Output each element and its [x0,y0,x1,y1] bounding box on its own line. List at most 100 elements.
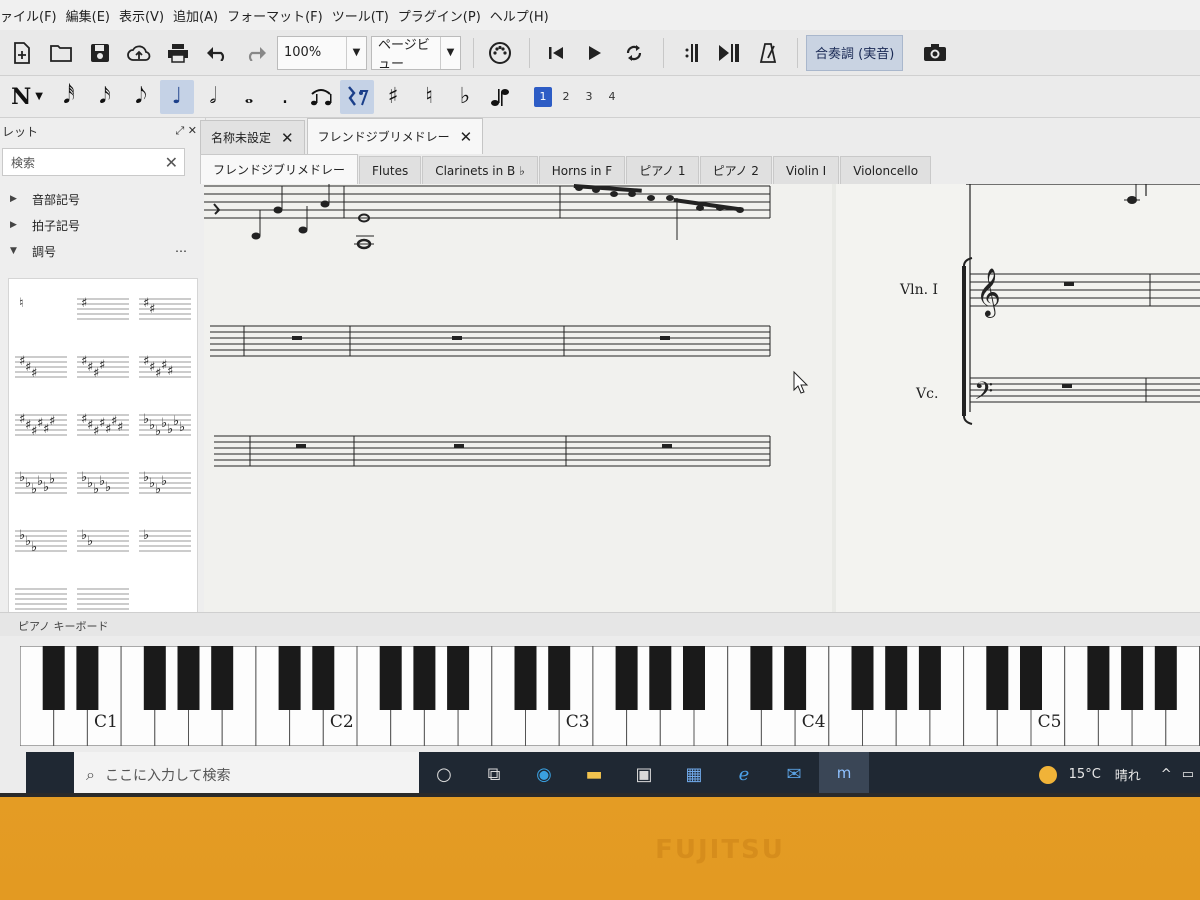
dot-icon[interactable]: . [268,80,302,114]
palette-section-clefs[interactable]: ▶ 音部記号 [0,186,205,212]
tie-icon[interactable] [304,80,338,114]
thirty-second-note-icon[interactable]: 𝅘𝅥𝅯 [88,80,122,114]
palette-window-controls[interactable]: ⤢ ✕ [175,124,197,138]
score-page-left[interactable] [204,184,832,612]
menu-tools[interactable]: ツール(T) [332,6,398,25]
key-signature-cell[interactable]: ♭ ♭ ♭ ♭ ♭ ♭ [11,457,69,505]
close-icon[interactable]: ✕ [281,129,294,147]
play-repeats-icon[interactable] [672,35,708,71]
black-key[interactable] [986,646,1009,710]
menu-add[interactable]: 追加(A) [173,6,227,25]
black-key[interactable] [683,646,705,710]
key-signature-cell[interactable]: ♮ [11,283,69,331]
piano-keyboard[interactable]: C1 C2 C3 C4 C5 [19,645,1200,747]
key-signature-cell[interactable]: ♭ ♭ ♭ ♭ ♭ ♭ ♭ [135,399,193,447]
store-icon[interactable]: ▣ [619,752,669,793]
black-key[interactable] [1154,646,1177,710]
black-key[interactable] [885,646,908,710]
part-tab-clarinets[interactable]: Clarinets in B ♭ [422,156,538,184]
black-key[interactable] [548,646,571,710]
sixteenth-note-icon[interactable]: 𝅘𝅥𝅮 [124,80,158,114]
voice-2-button[interactable]: 2 [557,87,575,107]
black-key[interactable] [1087,646,1110,710]
more-options-icon[interactable]: ⋯ [175,244,187,258]
cortana-icon[interactable]: ○ [419,752,469,793]
part-tab-full-score[interactable]: フレンドジブリメドレー [200,154,359,184]
black-key[interactable] [750,646,773,710]
file-explorer-icon[interactable]: ▬ [569,752,619,793]
key-signature-cell[interactable]: ♯ ♯ ♯ ♯ [73,341,131,389]
black-key[interactable] [42,646,65,710]
menu-help[interactable]: ヘルプ(H) [490,6,558,25]
black-key[interactable] [312,646,335,710]
part-tab-piano-2[interactable]: ピアノ 2 [699,156,772,184]
internet-explorer-icon[interactable]: e [719,752,769,793]
part-tab-flutes[interactable]: Flutes [359,156,422,184]
new-file-icon[interactable] [4,35,40,71]
key-signature-cell[interactable]: ♯ ♯ [135,283,193,331]
palette-section-time-signatures[interactable]: ▶ 拍子記号 [0,212,205,238]
edge-icon[interactable]: ◉ [519,752,569,793]
key-signature-cell[interactable]: ♭ [135,515,193,563]
key-signature-cell[interactable]: ♯ [73,283,131,331]
black-key[interactable] [177,646,200,710]
part-tab-piano-1[interactable]: ピアノ 1 [626,156,699,184]
black-key[interactable] [211,646,234,710]
tab-untitled[interactable]: 名称未設定 ✕ [200,120,305,154]
close-icon[interactable]: ✕ [460,128,473,146]
tab-ghibli-medley[interactable]: フレンドジブリメドレー ✕ [306,118,484,154]
black-key[interactable] [851,646,874,710]
cloud-upload-icon[interactable] [121,35,157,71]
weather-widget[interactable]: 15°C 晴れ ^ ▭ [1038,765,1200,784]
black-key[interactable] [379,646,402,710]
black-key[interactable] [1121,646,1144,710]
tray-arrow-icon[interactable]: ^ [1161,767,1172,782]
black-key[interactable] [649,646,672,710]
key-signature-cell[interactable]: ♭ ♭ [73,515,131,563]
black-key[interactable] [1020,646,1042,710]
black-key[interactable] [784,646,807,710]
menu-view[interactable]: 表示(V) [119,6,173,25]
zoom-select[interactable]: 100% ▼ [277,35,367,70]
taskbar-search-box[interactable]: ⌕ ここに入力して検索 [74,752,419,793]
print-icon[interactable] [160,35,196,71]
key-signature-cell[interactable]: ♯ ♯ ♯ [11,341,69,389]
view-mode-select[interactable]: ページビュー ▼ [371,35,461,72]
black-key[interactable] [615,646,638,710]
pan-score-icon[interactable] [711,35,747,71]
loop-icon[interactable] [616,35,652,71]
calculator-icon[interactable]: ▦ [669,752,719,793]
black-key[interactable] [143,646,166,710]
note-input-mode-button[interactable]: N ▼ [4,80,50,114]
black-key[interactable] [76,646,99,710]
concert-pitch-toggle[interactable]: 合奏調 (実音) [806,34,904,71]
metronome-icon[interactable] [750,35,786,71]
voice-1-button[interactable]: 1 [534,86,552,107]
menu-file[interactable]: ァイル(F) [0,6,66,25]
voice-3-button[interactable]: 3 [580,87,598,107]
task-view-icon[interactable]: ⧉ [469,752,519,793]
flat-icon[interactable]: ♭ [448,80,482,114]
key-signature-cell[interactable]: ♯ ♯ ♯ ♯ ♯ ♯ [11,399,69,447]
open-folder-icon[interactable] [43,35,79,71]
camera-icon[interactable] [917,35,953,71]
piano-keys[interactable] [19,645,1200,747]
key-signature-cell[interactable]: ♭ ♭ ♭ ♭ [135,457,193,505]
key-signature-cell[interactable]: ♯ ♯ ♯ ♯ ♯ ♯ ♯ [73,399,131,447]
sixty-fourth-note-icon[interactable]: 𝅘𝅥𝅰 [52,80,86,114]
part-tab-horns[interactable]: Horns in F [538,156,626,184]
natural-icon[interactable]: ♮ [412,80,446,114]
palette-section-key-signatures[interactable]: ▼ 調号 ⋯ [0,238,205,264]
score-page-right[interactable]: 𝄞 𝄢 Vln. I Vc. [836,184,1200,612]
black-key[interactable] [514,646,537,710]
black-key[interactable] [447,646,470,710]
redo-icon[interactable] [238,35,274,71]
part-tab-violoncello[interactable]: Violoncello [840,156,932,184]
clear-search-icon[interactable]: ✕ [165,153,178,172]
flip-direction-icon[interactable] [484,80,518,114]
part-tab-violin-1[interactable]: Violin I [772,156,840,184]
undo-icon[interactable] [199,35,235,71]
network-icon[interactable]: ▭ [1182,767,1194,782]
half-note-icon[interactable]: 𝅗𝅥 [196,80,230,114]
key-signature-cell[interactable]: ♭ ♭ ♭ ♭ ♭ [73,457,131,505]
